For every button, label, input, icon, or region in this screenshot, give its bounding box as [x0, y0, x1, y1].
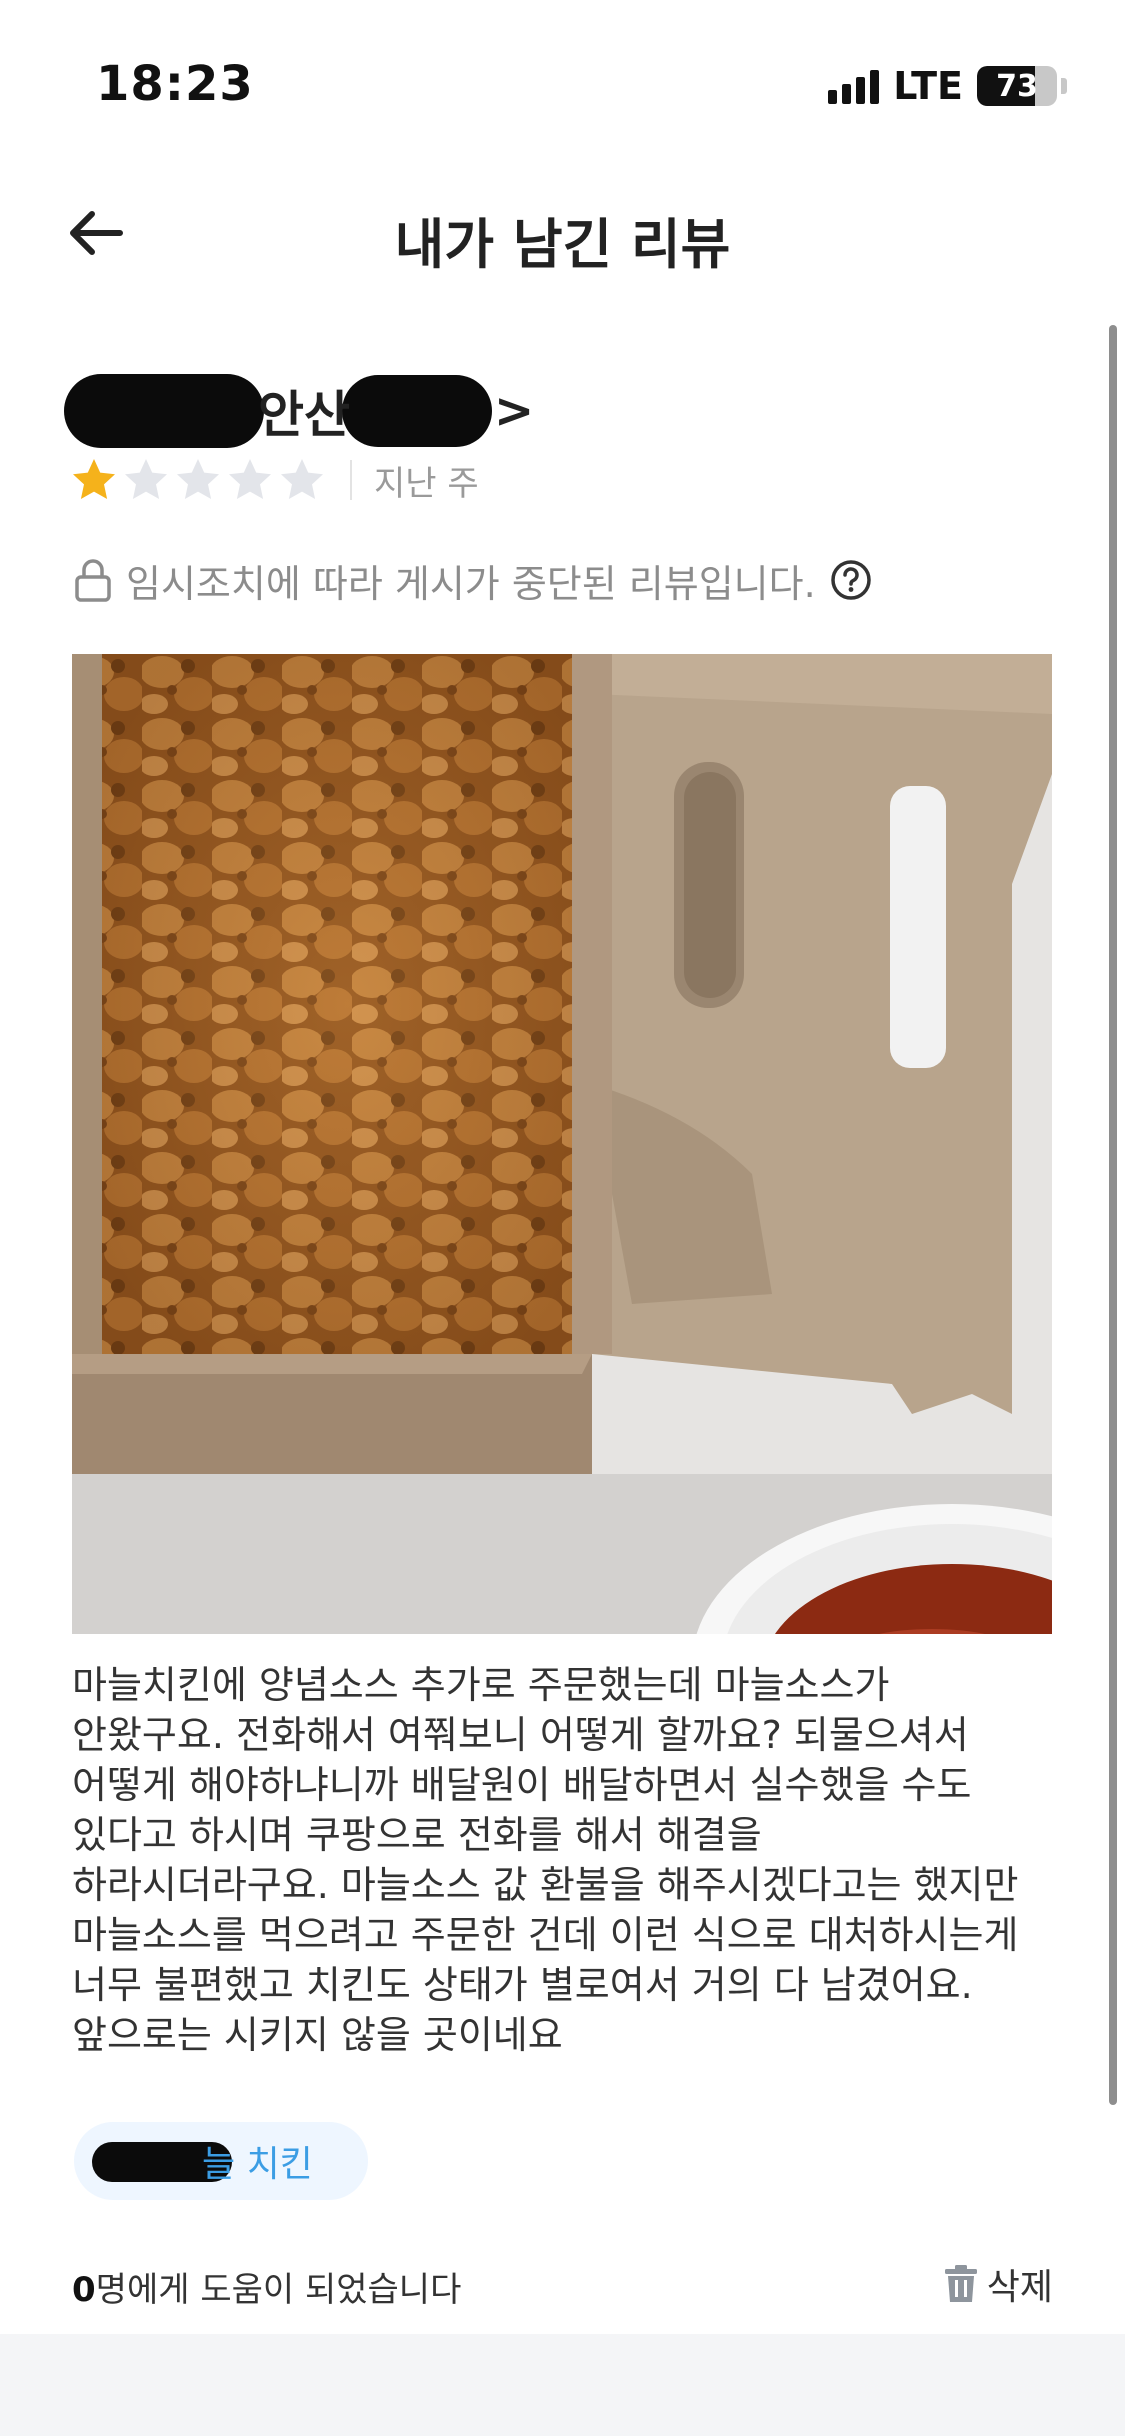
helpful-count: 0	[72, 2270, 96, 2310]
trash-icon	[944, 2265, 977, 2302]
review-date: 지난 주	[374, 463, 479, 504]
battery-level: 73	[996, 68, 1038, 104]
review-body: 마늘치킨에 양념소스 추가로 주문했는데 마늘소스가 안왔구요. 전화해서 여쭤…	[72, 1663, 1019, 2057]
star-empty-icon	[125, 459, 167, 499]
status-time: 18:23	[96, 56, 254, 112]
store-chevron-icon: >	[494, 383, 535, 439]
battery-cap	[1061, 78, 1067, 94]
store-name: 안산	[258, 386, 350, 444]
fried-chicken-photo	[72, 654, 1052, 1634]
delete-button[interactable]: 삭제	[943, 2258, 1053, 2310]
redaction-mark	[64, 374, 264, 448]
notice-text: 임시조치에 따라 게시가 중단된 리뷰입니다.	[126, 561, 816, 606]
status-bar: 18:23 LTE 73	[0, 0, 1125, 140]
app-header: 내가 남긴 리뷰	[0, 180, 1125, 290]
scrollbar[interactable]	[1109, 325, 1117, 2105]
review-page: 18:23 LTE 73 내가 남긴 리뷰 안산 > 지난 주 임시조치에 따라…	[0, 0, 1125, 2436]
star-empty-icon	[229, 459, 271, 499]
network-type: LTE	[893, 64, 963, 108]
bottom-area	[0, 2334, 1125, 2436]
page-title: 내가 남긴 리뷰	[394, 213, 731, 276]
store-link[interactable]: 안산 >	[64, 366, 534, 456]
helpful-label: 명에게 도움이 되었습니다	[95, 2270, 462, 2310]
star-rating	[70, 457, 330, 503]
menu-tag[interactable]: 늘 치킨	[74, 2122, 368, 2200]
review-photo[interactable]	[72, 654, 1052, 1634]
suspension-notice: 임시조치에 따라 게시가 중단된 리뷰입니다.	[74, 550, 872, 610]
star-filled-icon	[73, 459, 115, 499]
lock-icon	[75, 559, 111, 602]
helpful-count-text: 0명에게 도움이 되었습니다	[72, 2262, 461, 2311]
rating-row: 지난 주	[70, 452, 479, 508]
battery-icon: 73	[977, 66, 1057, 106]
delete-label: 삭제	[986, 2267, 1053, 2308]
status-indicators: LTE 73	[828, 64, 1067, 108]
divider	[350, 460, 352, 500]
redaction-mark	[342, 375, 492, 447]
star-empty-icon	[281, 459, 323, 499]
star-empty-icon	[177, 459, 219, 499]
menu-tag-label: 늘 치킨	[202, 2144, 313, 2185]
cellular-signal-icon	[828, 68, 880, 104]
question-circle-icon[interactable]	[830, 559, 872, 601]
